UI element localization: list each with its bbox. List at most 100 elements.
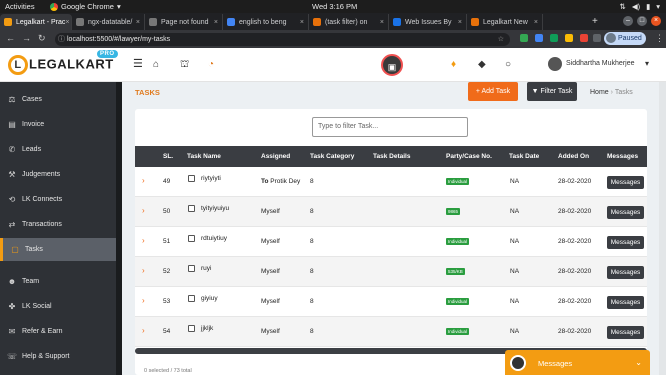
- court-icon[interactable]: ⛫: [180, 59, 189, 72]
- messages-button[interactable]: Messages: [607, 206, 644, 219]
- tab-0[interactable]: Legalkart - Prac ×: [0, 14, 72, 30]
- column-header-added-on[interactable]: Added On: [558, 153, 589, 160]
- sidebar-item-help-support[interactable]: ☏ Help & Support: [0, 345, 116, 368]
- chevron-right-icon[interactable]: ›: [142, 266, 145, 275]
- tab-3[interactable]: english to beng ×: [223, 14, 309, 30]
- messages-button[interactable]: Messages: [607, 296, 644, 309]
- row-checkbox[interactable]: [188, 265, 195, 272]
- chevron-right-icon[interactable]: ›: [142, 326, 145, 335]
- maximize-button[interactable]: □: [637, 16, 647, 26]
- avatar[interactable]: [548, 57, 562, 71]
- menu-icon[interactable]: ⋮: [655, 33, 664, 44]
- column-header-assigned[interactable]: Assigned: [261, 153, 290, 160]
- close-tab-icon[interactable]: ×: [65, 19, 69, 26]
- close-tab-icon[interactable]: ×: [458, 19, 462, 26]
- video-consult-button[interactable]: ▣: [381, 54, 403, 76]
- chevron-right-icon[interactable]: ›: [142, 296, 145, 305]
- sidebar-item-team[interactable]: ☻ Team: [0, 270, 116, 293]
- filter-task-button[interactable]: ▼ Filter Task: [527, 82, 577, 101]
- bell-icon[interactable]: ◆: [478, 59, 486, 70]
- extension-icon[interactable]: [580, 34, 588, 42]
- messages-button[interactable]: Messages: [607, 236, 644, 249]
- close-tab-icon[interactable]: ×: [136, 19, 140, 26]
- home-icon[interactable]: ⌂: [153, 59, 159, 70]
- tab-6[interactable]: Legalkart New ×: [467, 14, 543, 30]
- app-menu[interactable]: Google Chrome ▾: [50, 2, 121, 11]
- minimize-button[interactable]: –: [623, 16, 633, 26]
- search-icon[interactable]: ○: [505, 59, 511, 70]
- page-scrollbar[interactable]: [659, 82, 666, 375]
- sidebar-item-lk-social[interactable]: ✤ LK Social: [0, 295, 116, 318]
- system-tray[interactable]: ⇅ ◀) ▮ ▾: [620, 2, 660, 11]
- logo[interactable]: L LEGALKART PRO: [8, 50, 118, 75]
- back-icon[interactable]: ←: [6, 33, 15, 43]
- sidebar-item-refer-earn[interactable]: ✉ Refer & Earn: [0, 320, 116, 343]
- clock[interactable]: Wed 3:16 PM: [312, 2, 357, 11]
- column-header-party-case[interactable]: Party/Case No.: [446, 153, 492, 160]
- chevron-right-icon[interactable]: ›: [142, 236, 145, 245]
- close-window-button[interactable]: ×: [651, 16, 661, 26]
- messages-widget[interactable]: Messages ⌄: [505, 350, 650, 375]
- column-header-task-details[interactable]: Task Details: [373, 153, 410, 160]
- tab-2[interactable]: Page not found ×: [145, 14, 223, 30]
- sidebar-item-invoice[interactable]: ▤ Invoice: [0, 113, 116, 136]
- sidebar-item-judgements[interactable]: ⚒ Judgements: [0, 163, 116, 186]
- messages-button[interactable]: Messages: [607, 266, 644, 279]
- sidebar-item-leads[interactable]: ✆ Leads: [0, 138, 116, 161]
- row-checkbox[interactable]: [188, 235, 195, 242]
- rss-icon[interactable]: ◔: [208, 59, 214, 70]
- sidebar-item-transactions[interactable]: ⇄ Transactions: [0, 213, 116, 236]
- column-header-task-category[interactable]: Task Category: [310, 153, 354, 160]
- close-tab-icon[interactable]: ×: [380, 19, 384, 26]
- profile-button[interactable]: Paused: [604, 32, 646, 45]
- tab-4[interactable]: (task filter) on ×: [309, 14, 389, 30]
- task-filter-input[interactable]: Type to filter Task...: [312, 117, 468, 137]
- row-checkbox[interactable]: [188, 325, 195, 332]
- table-row[interactable]: › 50 tyityiyuiyu Myself 8 9865 NA 28-02-2020 Me…: [135, 197, 647, 227]
- chevron-down-icon[interactable]: ⌄: [635, 358, 642, 367]
- close-tab-icon[interactable]: ×: [214, 19, 218, 26]
- breadcrumb-home[interactable]: Home: [590, 89, 609, 96]
- chevron-down-icon[interactable]: ▾: [645, 59, 649, 68]
- extension-icon[interactable]: [565, 34, 573, 42]
- column-header-sl[interactable]: SL.: [163, 153, 173, 160]
- table-row[interactable]: › 51 rdtuiytiuy Myself 8 Individual NA 28-02-2…: [135, 227, 647, 257]
- bulb-icon[interactable]: ♦: [451, 59, 456, 70]
- reload-icon[interactable]: ↻: [38, 33, 46, 44]
- new-tab-button[interactable]: +: [592, 16, 598, 27]
- tab-5[interactable]: Web Issues By ×: [389, 14, 467, 30]
- extension-icon[interactable]: [535, 34, 543, 42]
- sidebar-item-tasks[interactable]: ▢ Tasks: [0, 238, 116, 261]
- star-icon[interactable]: ☆: [498, 33, 504, 46]
- table-row[interactable]: › 53 giyiuy Myself 8 Individual NA 28-02-2020 M…: [135, 287, 647, 317]
- sidebar-scrollbar[interactable]: [116, 82, 122, 375]
- column-header-messages[interactable]: Messages: [607, 153, 638, 160]
- table-row[interactable]: › 52 ruyi Myself 8 535/KB NA 28-02-2020 Message…: [135, 257, 647, 287]
- forward-icon[interactable]: →: [22, 33, 31, 43]
- add-task-button[interactable]: + Add Task: [468, 82, 518, 101]
- sidebar-item-lk-connects[interactable]: ⟲ LK Connects: [0, 188, 116, 211]
- address-bar[interactable]: ⓘ localhost:5500/#/lawyer/my-tasks ☆: [55, 33, 510, 46]
- activities-button[interactable]: Activities: [5, 2, 35, 11]
- extension-icon[interactable]: [550, 34, 558, 42]
- row-checkbox[interactable]: [188, 175, 195, 182]
- extension-icon[interactable]: [520, 34, 528, 42]
- close-tab-icon[interactable]: ×: [534, 19, 538, 26]
- column-header-task-date[interactable]: Task Date: [509, 153, 539, 160]
- hamburger-menu-icon[interactable]: ☰: [133, 57, 143, 70]
- row-checkbox[interactable]: [188, 295, 195, 302]
- chevron-right-icon[interactable]: ›: [142, 206, 145, 215]
- messages-button[interactable]: Messages: [607, 326, 644, 339]
- cell-sl: 52: [163, 268, 171, 275]
- sidebar-item-cases[interactable]: ⚖ Cases: [0, 88, 116, 111]
- user-name[interactable]: Siddhartha Mukherjee: [566, 60, 635, 67]
- table-row[interactable]: › 49 riytyiyti To Protik Dey 8 Individual NA 28…: [135, 167, 647, 197]
- chevron-right-icon[interactable]: ›: [142, 176, 145, 185]
- table-row[interactable]: › 54 jjkljk Myself 8 Individual NA 28-02-2020 M…: [135, 317, 647, 347]
- messages-button[interactable]: Messages: [607, 176, 644, 189]
- column-header-task-name[interactable]: Task Name: [187, 153, 221, 160]
- row-checkbox[interactable]: [188, 205, 195, 212]
- extension-icon[interactable]: [593, 34, 601, 42]
- close-tab-icon[interactable]: ×: [300, 19, 304, 26]
- tab-1[interactable]: ngx-datatable/×: [72, 14, 145, 30]
